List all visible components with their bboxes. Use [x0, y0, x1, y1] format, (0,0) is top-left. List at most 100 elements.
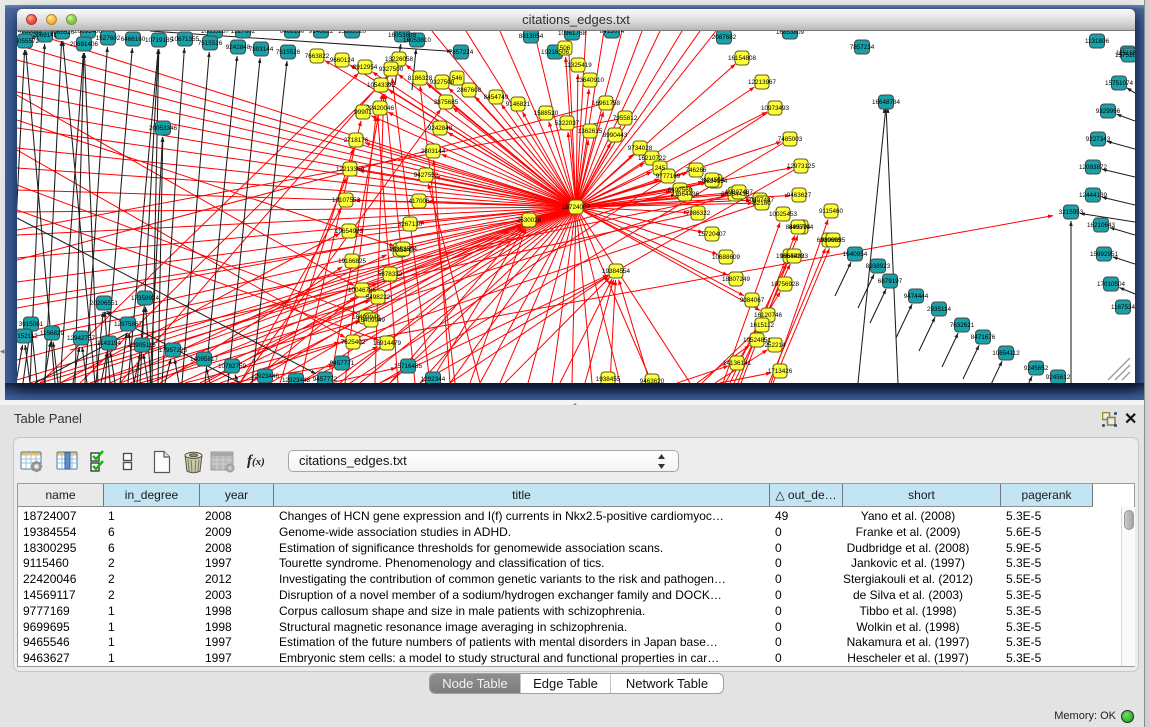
svg-text:19384554: 19384554 [602, 268, 631, 275]
svg-text:3915061: 3915061 [19, 321, 44, 328]
svg-text:3624554: 3624554 [700, 177, 725, 184]
svg-text:7857234: 7857234 [850, 44, 875, 51]
svg-text:1143194: 1143194 [97, 340, 122, 347]
svg-text:9115460: 9115460 [819, 208, 844, 215]
svg-text:16853809: 16853809 [776, 31, 805, 36]
svg-text:506: 506 [560, 45, 571, 52]
svg-text:15692951: 15692951 [1090, 251, 1119, 258]
svg-text:17957225: 17957225 [159, 347, 188, 354]
svg-text:417006: 417006 [408, 198, 430, 205]
svg-text:9457771: 9457771 [330, 360, 355, 367]
svg-text:14055572: 14055572 [17, 38, 39, 45]
svg-text:14095817: 14095817 [190, 356, 219, 363]
svg-text:1713426: 1713426 [768, 368, 793, 375]
svg-text:20206551: 20206551 [90, 300, 119, 307]
svg-text:9463627: 9463627 [787, 192, 812, 199]
svg-text:10719185: 10719185 [145, 37, 174, 44]
svg-text:1292344: 1292344 [421, 376, 446, 383]
svg-text:7625402: 7625402 [341, 339, 366, 346]
svg-text:8454749: 8454749 [484, 94, 509, 101]
svg-text:1938455: 1938455 [596, 376, 621, 383]
svg-text:10107553: 10107553 [332, 197, 361, 204]
svg-text:5878332: 5878332 [378, 271, 403, 278]
svg-text:9146822: 9146822 [309, 31, 334, 35]
svg-text:1527602: 1527602 [231, 31, 256, 35]
svg-text:7515526: 7515526 [276, 49, 301, 56]
svg-text:1588520: 1588520 [534, 110, 559, 117]
svg-text:10654112: 10654112 [992, 350, 1020, 357]
svg-text:15751074: 15751074 [1105, 80, 1134, 87]
svg-text:2087682: 2087682 [712, 34, 737, 41]
svg-text:13226058: 13226058 [385, 56, 414, 63]
svg-text:12973125: 12973125 [787, 163, 816, 170]
svg-text:6466160: 6466160 [280, 31, 305, 35]
svg-text:3215953: 3215953 [1059, 209, 1084, 216]
svg-text:9427552: 9427552 [414, 172, 439, 179]
svg-text:12923446: 12923446 [251, 373, 280, 380]
svg-text:15716485: 15716485 [394, 363, 423, 370]
svg-text:99901: 99901 [354, 109, 372, 116]
svg-text:10025453: 10025453 [769, 211, 798, 218]
svg-text:10961768: 10961768 [558, 31, 587, 37]
svg-text:8938923: 8938923 [866, 263, 891, 270]
svg-text:15751074: 15751074 [1115, 52, 1135, 59]
svg-text:12444139: 12444139 [1079, 192, 1108, 199]
svg-text:2718176: 2718176 [344, 137, 369, 144]
svg-text:1156829: 1156829 [40, 330, 65, 337]
svg-text:9242848: 9242848 [428, 125, 453, 132]
svg-text:6879197: 6879197 [878, 278, 903, 285]
svg-text:9146821: 9146821 [506, 101, 531, 108]
svg-text:8471676: 8471676 [971, 334, 996, 341]
svg-text:39152112: 39152112 [17, 333, 38, 340]
svg-text:20053346: 20053346 [149, 125, 178, 132]
svg-text:13353594: 13353594 [389, 246, 418, 253]
svg-text:16154808: 16154808 [728, 55, 757, 62]
svg-text:19166825: 19166825 [338, 258, 367, 265]
svg-text:12942757: 12942757 [67, 335, 96, 342]
svg-text:16210643: 16210643 [1087, 222, 1116, 229]
svg-text:12093872: 12093872 [1079, 164, 1108, 171]
svg-text:546: 546 [452, 75, 463, 82]
svg-text:1527602: 1527602 [96, 35, 121, 42]
svg-text:10782759: 10782759 [218, 363, 247, 370]
svg-text:245: 245 [655, 165, 666, 172]
svg-text:7986322: 7986322 [686, 210, 711, 217]
svg-text:10671355: 10671355 [171, 36, 200, 43]
svg-text:7663822: 7663822 [305, 53, 330, 60]
svg-text:18807249: 18807249 [722, 276, 751, 283]
svg-text:16409949: 16409949 [357, 317, 386, 324]
svg-text:9327500: 9327500 [379, 66, 404, 73]
svg-text:9734028: 9734028 [628, 145, 653, 152]
svg-text:12905115: 12905115 [128, 342, 156, 349]
svg-text:1615112: 1615112 [750, 322, 775, 329]
svg-text:3267130: 3267130 [398, 221, 423, 228]
svg-text:10756928: 10756928 [771, 281, 800, 288]
svg-text:16120746: 16120746 [754, 312, 783, 319]
svg-text:2935114: 2935114 [927, 306, 952, 313]
svg-text:9329966: 9329966 [1096, 108, 1121, 115]
svg-text:1640954: 1640954 [843, 251, 868, 258]
svg-text:8495794: 8495794 [786, 224, 811, 231]
svg-text:7515526: 7515526 [198, 40, 223, 47]
svg-text:10046786: 10046786 [348, 287, 377, 294]
svg-text:10807487: 10807487 [725, 189, 754, 196]
svg-text:19654923: 19654923 [780, 253, 809, 260]
svg-text:62160: 62160 [753, 200, 771, 207]
svg-text:9084067: 9084067 [740, 297, 765, 304]
svg-text:1131806: 1131806 [1085, 38, 1110, 45]
svg-text:1065526: 1065526 [50, 31, 75, 36]
svg-text:9660124: 9660124 [330, 57, 355, 64]
svg-text:7803144: 7803144 [249, 46, 274, 53]
svg-text:17010504: 17010504 [1097, 281, 1126, 288]
svg-text:16053810: 16053810 [403, 37, 432, 44]
svg-text:7857224: 7857224 [449, 49, 474, 56]
svg-text:20891406: 20891406 [70, 41, 99, 48]
svg-text:9474444: 9474444 [904, 293, 929, 300]
svg-text:13640910: 13640910 [576, 77, 605, 84]
svg-text:9242848: 9242848 [226, 44, 251, 51]
svg-text:19654983: 19654983 [335, 228, 364, 235]
svg-text:7632621: 7632621 [950, 322, 975, 329]
svg-text:746266: 746266 [685, 167, 707, 174]
svg-text:12975867: 12975867 [114, 321, 143, 328]
svg-text:16210722: 16210722 [638, 155, 667, 162]
